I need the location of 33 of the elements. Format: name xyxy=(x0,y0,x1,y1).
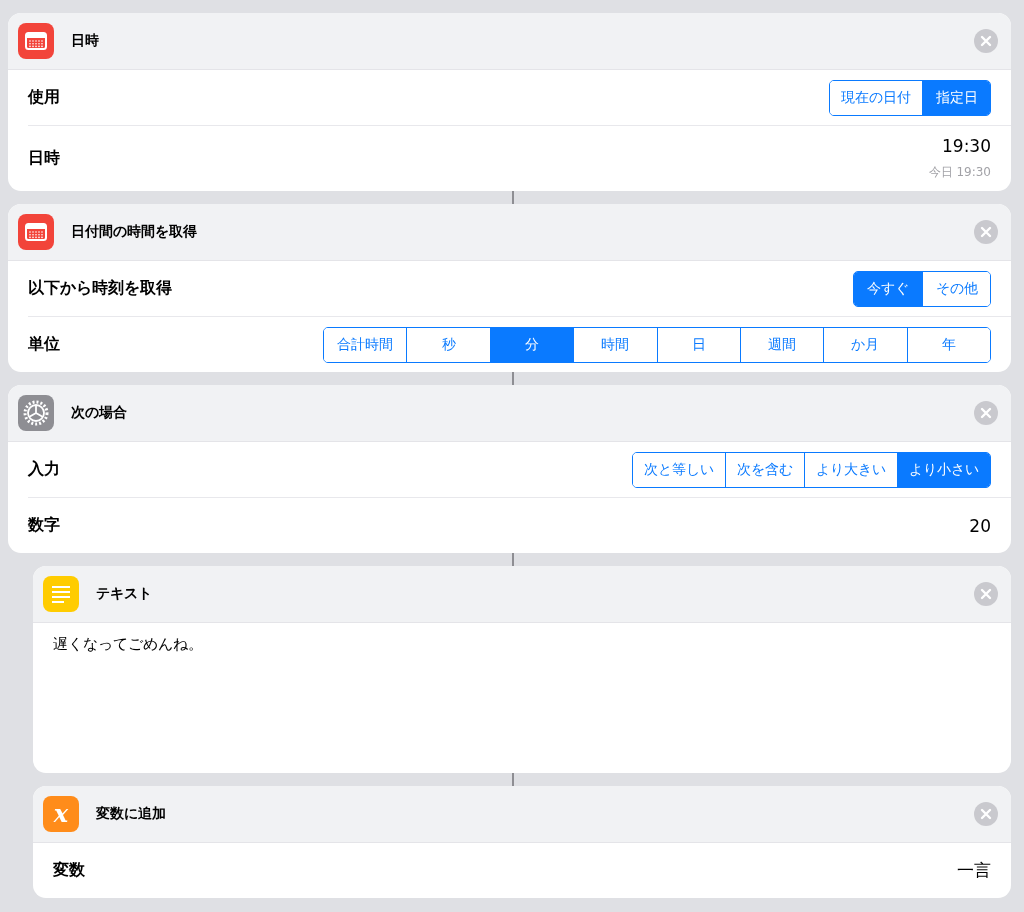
action-title: 日時 xyxy=(71,32,100,50)
calendar-icon xyxy=(18,214,54,250)
segment-option[interactable]: 分 xyxy=(489,327,574,362)
field-label: 数字 xyxy=(28,515,61,536)
text-lines-icon xyxy=(43,576,79,612)
action-title: テキスト xyxy=(96,585,153,603)
close-button[interactable] xyxy=(974,29,998,53)
close-button[interactable] xyxy=(974,582,998,606)
close-button[interactable] xyxy=(974,220,998,244)
field-value[interactable]: 19:30 xyxy=(942,136,991,156)
field-value[interactable]: 20 xyxy=(969,515,991,536)
field-label: 以下から時刻を取得 xyxy=(28,278,173,299)
field-label: 日時 xyxy=(28,148,61,169)
action-title: 次の場合 xyxy=(71,404,128,422)
variable-icon: x xyxy=(43,796,79,832)
segment-option[interactable]: 年 xyxy=(906,327,990,362)
field-label: 入力 xyxy=(28,459,61,480)
gear-icon xyxy=(18,395,54,431)
segment-option[interactable]: 指定日 xyxy=(922,80,990,115)
close-button[interactable] xyxy=(974,802,998,826)
field-label: 単位 xyxy=(28,334,61,355)
segment-option[interactable]: その他 xyxy=(922,271,990,306)
calendar-icon xyxy=(18,23,54,59)
field-value[interactable]: 一言 xyxy=(957,859,991,882)
close-button[interactable] xyxy=(974,401,998,425)
field-label: 使用 xyxy=(28,87,61,108)
segment-option[interactable]: 今すぐ xyxy=(854,271,922,306)
action-title: 変数に追加 xyxy=(96,805,167,823)
date-detail: 今日 19:30 xyxy=(928,164,991,181)
action-title: 日付間の時間を取得 xyxy=(71,223,198,241)
field-label: 変数 xyxy=(53,860,86,881)
segment-option[interactable]: より小さい xyxy=(897,452,990,487)
text-field[interactable]: 遅くなってごめんね。 xyxy=(33,623,1011,773)
